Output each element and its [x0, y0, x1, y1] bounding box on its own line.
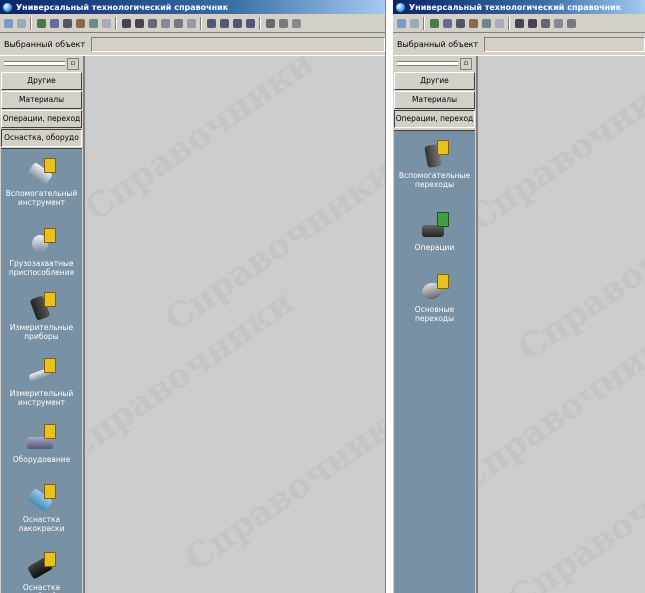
hook-icon [24, 225, 60, 259]
title-bar[interactable]: Универсальный технологический справочник [0, 0, 385, 14]
toolbar-btn-8[interactable] [493, 17, 505, 30]
toolbar-btn-9[interactable] [120, 17, 132, 30]
list-item[interactable]: Оснастка термообработки [1, 543, 82, 593]
toolbar-btn-1[interactable] [395, 17, 407, 30]
toolbar-btn-12[interactable] [159, 17, 171, 30]
category-materials[interactable]: Материалы [394, 91, 475, 109]
list-item[interactable]: Основные переходы [394, 265, 475, 335]
selected-object-field[interactable] [484, 36, 645, 52]
toolbar-btn-9[interactable] [513, 17, 525, 30]
toolbar-btn-10[interactable] [133, 17, 145, 30]
toolbar-btn-3[interactable] [428, 17, 440, 30]
app-icon [395, 1, 406, 13]
category-operations[interactable]: Операции, переход [394, 110, 475, 128]
microscope-icon [24, 289, 60, 323]
caliper-icon [24, 355, 60, 389]
toolbar-btn-1[interactable] [2, 17, 14, 30]
selected-object-label: Выбранный объект [4, 39, 86, 49]
machine-icon [24, 421, 60, 455]
toolbar-btn-7[interactable] [480, 17, 492, 30]
list-item[interactable]: Вспомогательные переходы [394, 131, 475, 203]
anvil-icon [417, 209, 453, 243]
category-materials[interactable]: Материалы [1, 91, 82, 109]
pin-icon[interactable]: ▫ [460, 58, 472, 70]
selected-object-row: Выбранный объект [393, 33, 645, 56]
workspace[interactable]: Справочники Справочники Справочники Спра… [85, 56, 385, 593]
list-item[interactable]: Оснастка лакокраски [1, 475, 82, 543]
toolbar-btn-13[interactable] [565, 17, 577, 30]
category-operations[interactable]: Операции, переход [1, 110, 82, 128]
toolbar-btn-6[interactable] [467, 17, 479, 30]
help-icon[interactable] [290, 17, 302, 30]
category-other[interactable]: Другие [394, 72, 475, 90]
selected-object-row: Выбранный объект [0, 33, 385, 56]
toolbar [393, 15, 645, 33]
toolbar-btn-12[interactable] [552, 17, 564, 30]
toolbar-btn-6[interactable] [74, 17, 86, 30]
toolbar-btn-11[interactable] [539, 17, 551, 30]
category-tooling[interactable]: Оснастка, оборудо [1, 129, 82, 147]
toolbar-btn-7[interactable] [87, 17, 99, 30]
window-title: Универсальный технологический справочник [409, 2, 622, 12]
auxiliary-transition-icon [417, 137, 453, 171]
list-item[interactable]: Оборудование [1, 415, 82, 475]
selected-object-label: Выбранный объект [397, 39, 479, 49]
tool-icon [24, 155, 60, 189]
window-left: Универсальный технологический справочник… [0, 0, 386, 593]
toolbar [0, 15, 385, 33]
main-transition-icon [417, 271, 453, 305]
title-bar[interactable]: Универсальный технологический справочник [393, 0, 645, 14]
list-item[interactable]: Операции [394, 203, 475, 265]
toolbar-btn-13[interactable] [172, 17, 184, 30]
app-icon [2, 1, 13, 13]
toolbar-btn-5[interactable] [454, 17, 466, 30]
window-title: Универсальный технологический справочник [16, 2, 229, 12]
next-icon[interactable] [231, 17, 243, 30]
item-list: Вспомогательный инструмент Грузозахватны… [1, 148, 82, 593]
heat-treatment-icon [24, 549, 60, 583]
refresh-icon[interactable] [264, 17, 276, 30]
search-icon[interactable] [277, 17, 289, 30]
window-right: Универсальный технологический справочник… [393, 0, 645, 593]
prev-icon[interactable] [218, 17, 230, 30]
item-list: Вспомогательные переходы Операции Основн… [394, 130, 475, 593]
first-icon[interactable] [205, 17, 217, 30]
category-other[interactable]: Другие [1, 72, 82, 90]
list-item[interactable]: Грузозахватные приспособления [1, 219, 82, 283]
paint-icon [24, 481, 60, 515]
toolbar-btn-11[interactable] [146, 17, 158, 30]
workspace[interactable]: Справочники Справочники Справочники Спра… [478, 56, 645, 593]
list-item[interactable]: Измерительные приборы [1, 283, 82, 349]
panel-splitter[interactable]: ▫ [395, 58, 474, 70]
toolbar-btn-4[interactable] [48, 17, 60, 30]
list-item[interactable]: Вспомогательный инструмент [1, 149, 82, 219]
toolbar-btn-4[interactable] [441, 17, 453, 30]
list-item[interactable]: Измерительный инструмент [1, 349, 82, 415]
toolbar-btn-10[interactable] [526, 17, 538, 30]
selected-object-field[interactable] [91, 36, 385, 52]
side-panel: ▫ Другие Материалы Операции, переход Осн… [0, 56, 85, 593]
toolbar-btn-14[interactable] [185, 17, 197, 30]
toolbar-btn-8[interactable] [100, 17, 112, 30]
toolbar-btn-2[interactable] [15, 17, 27, 30]
pin-icon[interactable]: ▫ [67, 58, 79, 70]
last-icon[interactable] [244, 17, 256, 30]
toolbar-btn-5[interactable] [61, 17, 73, 30]
side-panel: ▫ Другие Материалы Операции, переход Всп… [393, 56, 478, 593]
toolbar-btn-3[interactable] [35, 17, 47, 30]
panel-splitter[interactable]: ▫ [2, 58, 81, 70]
toolbar-btn-2[interactable] [408, 17, 420, 30]
